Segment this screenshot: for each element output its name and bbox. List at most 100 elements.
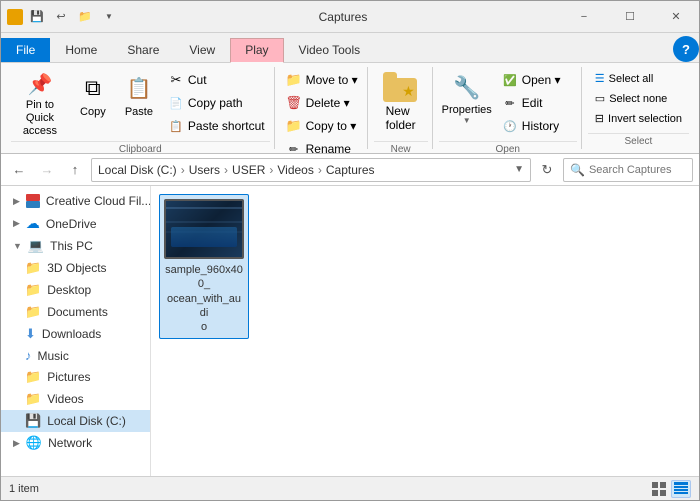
tab-video-tools[interactable]: Video Tools: [284, 38, 376, 62]
folder-star-icon: ★: [402, 83, 415, 100]
new-folder-button[interactable]: ★ Newfolder: [374, 67, 428, 139]
clipboard-small-buttons: ✂ Cut 📄 Copy path 📋 Paste shortcut: [163, 67, 270, 137]
cut-icon: ✂: [168, 72, 184, 88]
history-button[interactable]: 🕐 History: [497, 115, 577, 137]
open-button[interactable]: ✅ Open ▾: [497, 69, 577, 91]
copy-path-icon: 📄: [168, 95, 184, 111]
sidebar-item-thispc[interactable]: ▼ 💻 This PC: [1, 235, 150, 257]
path-localdisk: Local Disk (C:): [98, 163, 177, 177]
paste-button[interactable]: 📋 Paste: [117, 67, 161, 139]
cut-button[interactable]: ✂ Cut: [163, 69, 270, 91]
onedrive-icon: ☁: [26, 215, 40, 232]
path-captures: Captures: [326, 163, 375, 177]
new-folder-icon: ★: [383, 72, 419, 102]
address-path[interactable]: Local Disk (C:) › Users › USER › Videos …: [91, 158, 531, 182]
invert-selection-button[interactable]: ⊟ Invert selection: [588, 109, 689, 128]
forward-button[interactable]: →: [35, 158, 59, 182]
qat-dropdown[interactable]: ▼: [99, 7, 119, 27]
new-buttons: ★ Newfolder: [374, 67, 428, 139]
ribbon-group-open: 🔧 Properties ▼ ✅ Open ▾ ✏ Edit: [435, 67, 582, 149]
help-button[interactable]: ?: [673, 36, 699, 62]
search-box[interactable]: 🔍: [563, 158, 693, 182]
select-all-button[interactable]: ☰ Select all: [588, 69, 689, 88]
sidebar-label-downloads: Downloads: [42, 327, 101, 341]
organize-col: 📁 Move to ▾ 🗑 Delete ▾ 📁 Copy to ▾: [281, 67, 363, 160]
copy-button[interactable]: ⧉ Copy: [71, 67, 115, 139]
path-dropdown-arrow[interactable]: ▼: [514, 164, 524, 175]
file-item-video1[interactable]: sample_960x400_ocean_with_audio: [159, 194, 249, 339]
cc-icon: [26, 193, 40, 209]
list-view-button[interactable]: [671, 480, 691, 498]
open-buttons: 🔧 Properties ▼ ✅ Open ▾ ✏ Edit: [439, 67, 577, 139]
path-sep-2: ›: [224, 163, 228, 177]
maximize-button[interactable]: ☐: [607, 1, 653, 32]
paste-shortcut-button[interactable]: 📋 Paste shortcut: [163, 115, 270, 137]
desktop-icon: 📁: [25, 282, 41, 298]
move-to-button[interactable]: 📁 Move to ▾: [281, 69, 363, 91]
sidebar-label-music: Music: [38, 349, 69, 363]
ribbon-content: 📌 Pin to Quickaccess ⧉ Copy 📋 Paste ✂: [1, 63, 699, 153]
qat-save[interactable]: 💾: [27, 7, 47, 27]
open-icon: ✅: [502, 72, 518, 88]
edit-button[interactable]: ✏ Edit: [497, 92, 577, 114]
pin-to-quick-access-button[interactable]: 📌 Pin to Quickaccess: [11, 67, 69, 139]
path-sep-1: ›: [181, 163, 185, 177]
sidebar-item-downloads[interactable]: ⬇ Downloads: [1, 323, 150, 345]
path-sep-4: ›: [318, 163, 322, 177]
open-col: ✅ Open ▾ ✏ Edit 🕐 History: [497, 67, 577, 137]
new-folder-label: Newfolder: [386, 104, 416, 132]
minimize-button[interactable]: −: [561, 1, 607, 32]
file-thumbnail-video1: [164, 199, 244, 259]
copy-icon: ⧉: [77, 72, 109, 104]
up-button[interactable]: ↑: [63, 158, 87, 182]
sidebar-item-onedrive[interactable]: ▶ ☁ OneDrive: [1, 212, 150, 235]
tab-view[interactable]: View: [174, 38, 230, 62]
sidebar-item-music[interactable]: ♪ Music: [1, 345, 150, 366]
water-effect: [171, 227, 237, 247]
sidebar-item-localdisk[interactable]: 💾 Local Disk (C:): [1, 410, 150, 432]
sidebar-item-documents[interactable]: 📁 Documents: [1, 301, 150, 323]
delete-button[interactable]: 🗑 Delete ▾: [281, 92, 363, 114]
tab-home[interactable]: Home: [50, 38, 112, 62]
copy-path-button[interactable]: 📄 Copy path: [163, 92, 270, 114]
invert-selection-label: Invert selection: [608, 113, 682, 125]
videos-icon: 📁: [25, 391, 41, 407]
select-buttons: ☰ Select all ▭ Select none ⊟ Invert sele…: [588, 67, 689, 131]
list-view-icon: [674, 482, 688, 496]
sidebar-item-network[interactable]: ▶ 🌐 Network: [1, 432, 150, 454]
sidebar-item-3dobjects[interactable]: 📁 3D Objects: [1, 257, 150, 279]
qat-undo[interactable]: ↩: [51, 7, 71, 27]
organize-buttons: 📁 Move to ▾ 🗑 Delete ▾ 📁 Copy to ▾: [281, 67, 363, 160]
close-button[interactable]: ✕: [653, 1, 699, 32]
pc-icon: 💻: [28, 238, 44, 254]
path-sep-3: ›: [269, 163, 273, 177]
refresh-button[interactable]: ↻: [535, 158, 559, 182]
qat-folder[interactable]: 📁: [75, 7, 95, 27]
select-none-button[interactable]: ▭ Select none: [588, 89, 689, 108]
sidebar-label-desktop: Desktop: [47, 283, 91, 297]
select-group: ☰ Select all ▭ Select none ⊟ Invert sele…: [588, 67, 689, 128]
content-area[interactable]: sample_960x400_ocean_with_audio: [151, 186, 699, 476]
sidebar-item-creative-cloud[interactable]: ▶ Creative Cloud Fil...: [1, 190, 150, 212]
ribbon-group-clipboard: 📌 Pin to Quickaccess ⧉ Copy 📋 Paste ✂: [7, 67, 275, 149]
tab-play[interactable]: Play: [230, 38, 283, 63]
tab-share[interactable]: Share: [112, 38, 174, 62]
sidebar-label-onedrive: OneDrive: [46, 217, 97, 231]
properties-button[interactable]: 🔧 Properties ▼: [439, 67, 495, 139]
sidebar-label-videos: Videos: [47, 392, 83, 406]
sidebar-item-pictures[interactable]: 📁 Pictures: [1, 366, 150, 388]
sidebar-item-desktop[interactable]: 📁 Desktop: [1, 279, 150, 301]
tiles-view-icon: [652, 482, 666, 496]
sidebar-label-pictures: Pictures: [47, 370, 90, 384]
sidebar-item-videos[interactable]: 📁 Videos: [1, 388, 150, 410]
edit-icon: ✏: [502, 95, 518, 111]
copy-to-button[interactable]: 📁 Copy to ▾: [281, 115, 363, 137]
status-bar: 1 item: [1, 476, 699, 500]
tab-file[interactable]: File: [1, 38, 50, 62]
view-buttons: [649, 480, 691, 498]
back-button[interactable]: ←: [7, 158, 31, 182]
select-none-icon: ▭: [595, 92, 605, 105]
search-input[interactable]: [589, 164, 686, 176]
move-to-icon: 📁: [286, 72, 302, 88]
tiles-view-button[interactable]: [649, 480, 669, 498]
